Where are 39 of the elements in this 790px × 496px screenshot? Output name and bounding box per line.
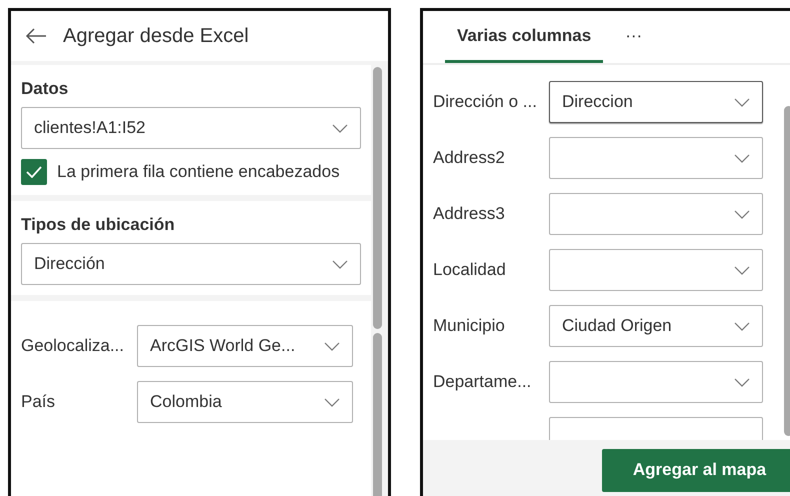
section-label: Tipos de ubicación <box>21 215 176 235</box>
field-label: Localidad <box>433 260 507 280</box>
chevron-down-icon <box>324 342 340 350</box>
field-label: Address3 <box>433 204 506 224</box>
field-label: Geolocaliza... <box>21 336 125 356</box>
add-to-map-button[interactable]: Agregar al mapa <box>602 448 790 492</box>
field-dropdown[interactable] <box>549 193 763 235</box>
scrollbar[interactable] <box>373 333 382 496</box>
field-dropdown[interactable] <box>549 361 763 403</box>
checkmark-icon <box>26 166 42 178</box>
field-dropdown[interactable]: ArcGIS World Ge... <box>137 325 353 367</box>
field-dropdown[interactable]: Direccion <box>549 81 763 123</box>
chevron-down-icon <box>734 154 750 162</box>
chevron-down-icon <box>324 398 340 406</box>
chevron-down-icon <box>734 266 750 274</box>
field-dropdown[interactable]: Colombia <box>137 381 353 423</box>
field-dropdown[interactable]: Ciudad Origen <box>549 305 763 347</box>
checkbox[interactable] <box>21 159 47 185</box>
chevron-down-icon <box>332 124 348 132</box>
field-label: Dirección o ... <box>433 92 538 112</box>
checkbox-label: La primera fila contiene encabezados <box>57 161 340 183</box>
field-dropdown[interactable] <box>549 249 763 291</box>
scrollbar[interactable] <box>373 67 382 329</box>
chevron-down-icon <box>734 210 750 218</box>
range-dropdown[interactable]: clientes!A1:I52 <box>21 107 361 149</box>
field-label: Departame... <box>433 372 532 392</box>
chevron-down-icon <box>332 260 348 268</box>
field-label: País <box>21 392 56 412</box>
chevron-down-icon <box>734 98 750 106</box>
chevron-down-icon <box>734 378 750 386</box>
tab[interactable]: ··· <box>613 11 654 63</box>
field-label: Address2 <box>433 148 506 168</box>
section-label: Datos <box>21 79 70 99</box>
panel-title: Agregar desde Excel <box>63 24 249 48</box>
field-dropdown[interactable] <box>549 137 763 179</box>
location-type-dropdown[interactable]: Dirección <box>21 243 361 285</box>
field-label: Municipio <box>433 316 506 336</box>
back-arrow-icon[interactable] <box>25 28 47 44</box>
chevron-down-icon <box>734 322 750 330</box>
